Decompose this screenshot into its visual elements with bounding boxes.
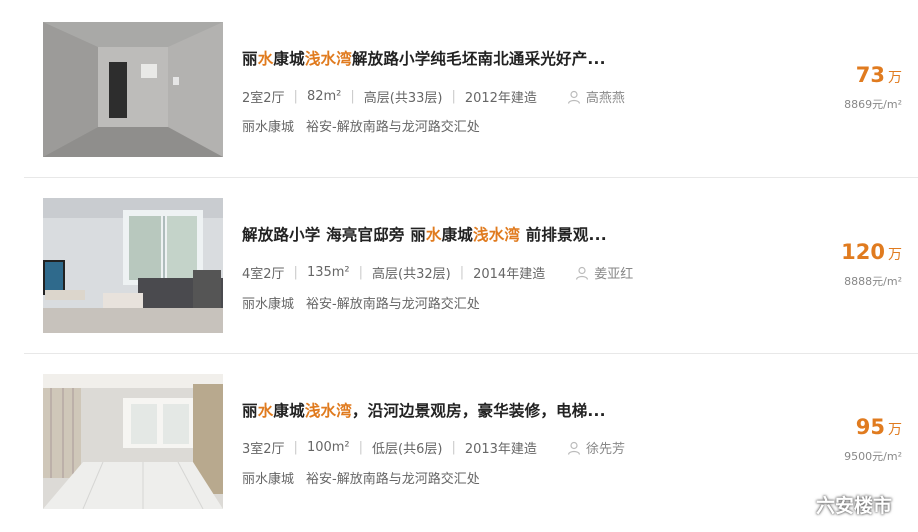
- listing-title[interactable]: 丽水康城浅水湾解放路小学纯毛坯南北通采光好产...: [242, 47, 606, 69]
- area: 100m²: [306, 440, 350, 455]
- total-price: 120 万: [782, 240, 902, 264]
- divider: |: [358, 440, 364, 455]
- title-text: 康城: [273, 50, 305, 68]
- title-highlight: 浅水湾: [304, 402, 352, 420]
- listing-title[interactable]: 丽水康城浅水湾，沿河边景观房，豪华装修，电梯...: [242, 399, 606, 421]
- layout: 2室2厅: [242, 91, 285, 106]
- unit-price: 8869元/m²: [844, 98, 902, 111]
- divider: |: [293, 440, 298, 455]
- total-price: 73 万: [782, 63, 902, 87]
- build-year: 2014年建造: [473, 267, 546, 282]
- listing-title[interactable]: 解放路小学 海亮官邸旁 丽水康城浅水湾 前排景观...: [242, 223, 607, 245]
- area: 135m²: [306, 265, 350, 280]
- price-unit: 万: [888, 70, 902, 86]
- listing-photo[interactable]: [43, 22, 223, 157]
- agent[interactable]: 姜亚红: [575, 263, 633, 282]
- watermark: 六安楼市: [782, 491, 892, 518]
- person-icon: [567, 441, 581, 455]
- agent-name: 高燕燕: [585, 91, 625, 106]
- title-highlight: 水: [257, 50, 274, 68]
- total-price: 95 万: [782, 415, 902, 439]
- title-text: 丽: [242, 402, 258, 420]
- listing-photo[interactable]: [43, 198, 223, 333]
- listing-meta: 4室2厅 | 135m² | 高层(共32层) | 2014年建造 姜亚红: [242, 263, 633, 282]
- title-highlight: 浅水湾: [304, 50, 352, 68]
- listing-meta: 2室2厅 | 82m² | 高层(共33层) | 2012年建造 高燕燕: [242, 87, 625, 106]
- listing-card[interactable]: 解放路小学 海亮官邸旁 丽水康城浅水湾 前排景观... 4室2厅 | 135m² |…: [0, 177, 918, 353]
- person-icon: [567, 90, 581, 104]
- divider: |: [293, 89, 298, 104]
- divider: |: [451, 440, 456, 455]
- price-value: 73: [855, 63, 885, 87]
- title-highlight: 水: [257, 402, 274, 420]
- listing-card[interactable]: 丽水康城浅水湾解放路小学纯毛坯南北通采光好产... 2室2厅 | 82m² | 高层…: [0, 0, 918, 176]
- listing-meta: 3室2厅 | 100m² | 低层(共6层) | 2013年建造 徐先芳: [242, 438, 625, 457]
- title-text: 解放路小学 海亮官邸旁 丽: [242, 226, 426, 244]
- divider: |: [451, 89, 456, 104]
- listing-address: 丽水康城 裕安-解放南路与龙河路交汇处: [242, 116, 480, 135]
- floor: 高层(共33层): [363, 91, 443, 106]
- title-text: ，沿河边景观房，豪华装修，电梯...: [351, 402, 606, 420]
- divider: |: [293, 265, 298, 280]
- floor: 高层(共32层): [372, 267, 451, 282]
- street-address: 裕安-解放南路与龙河路交汇处: [306, 297, 480, 312]
- title-highlight: 浅水湾: [473, 226, 521, 244]
- listing-address: 丽水康城 裕安-解放南路与龙河路交汇处: [242, 293, 480, 312]
- title-text: 解放路小学纯毛坯南北通采光好产...: [351, 50, 606, 68]
- listing-card[interactable]: 丽水康城浅水湾，沿河边景观房，豪华装修，电梯... 3室2厅 | 100m² | 低…: [0, 353, 918, 529]
- agent-name: 徐先芳: [585, 442, 625, 457]
- community-name: 丽水康城: [242, 120, 295, 135]
- living-room-photo: [43, 198, 223, 333]
- title-text: 康城: [441, 226, 474, 244]
- street-address: 裕安-解放南路与龙河路交汇处: [306, 472, 480, 487]
- unit-price: 9500元/m²: [844, 450, 902, 463]
- person-icon: [576, 266, 589, 280]
- street-address: 裕安-解放南路与龙河路交汇处: [306, 120, 480, 135]
- unit-price: 8888元/m²: [844, 275, 902, 288]
- build-year: 2013年建造: [464, 442, 537, 457]
- agent-name: 姜亚红: [594, 267, 634, 282]
- wechat-icon: [782, 493, 809, 515]
- tiled-hall-photo: [43, 374, 223, 509]
- price-unit: 万: [888, 422, 902, 438]
- price-unit: 万: [888, 247, 902, 263]
- divider: |: [459, 265, 465, 280]
- watermark-text: 六安楼市: [815, 495, 892, 517]
- area: 82m²: [306, 89, 342, 104]
- agent[interactable]: 高燕燕: [567, 87, 625, 106]
- layout: 3室2厅: [242, 442, 285, 457]
- title-text: 康城: [273, 402, 305, 420]
- floor: 低层(共6层): [372, 442, 443, 457]
- title-text: 前排景观...: [520, 226, 607, 244]
- build-year: 2012年建造: [464, 91, 537, 106]
- listing-address: 丽水康城 裕安-解放南路与龙河路交汇处: [242, 468, 480, 487]
- listing-photo[interactable]: [43, 374, 223, 509]
- layout: 4室2厅: [242, 267, 285, 282]
- community-name: 丽水康城: [242, 297, 295, 312]
- price-value: 120: [841, 240, 885, 264]
- community-name: 丽水康城: [242, 472, 295, 487]
- agent[interactable]: 徐先芳: [567, 438, 625, 457]
- title-text: 丽: [242, 50, 258, 68]
- divider: |: [358, 265, 364, 280]
- divider: |: [350, 89, 355, 104]
- title-highlight: 水: [425, 226, 442, 244]
- unfinished-apartment-photo: [43, 22, 223, 157]
- price-value: 95: [855, 415, 885, 439]
